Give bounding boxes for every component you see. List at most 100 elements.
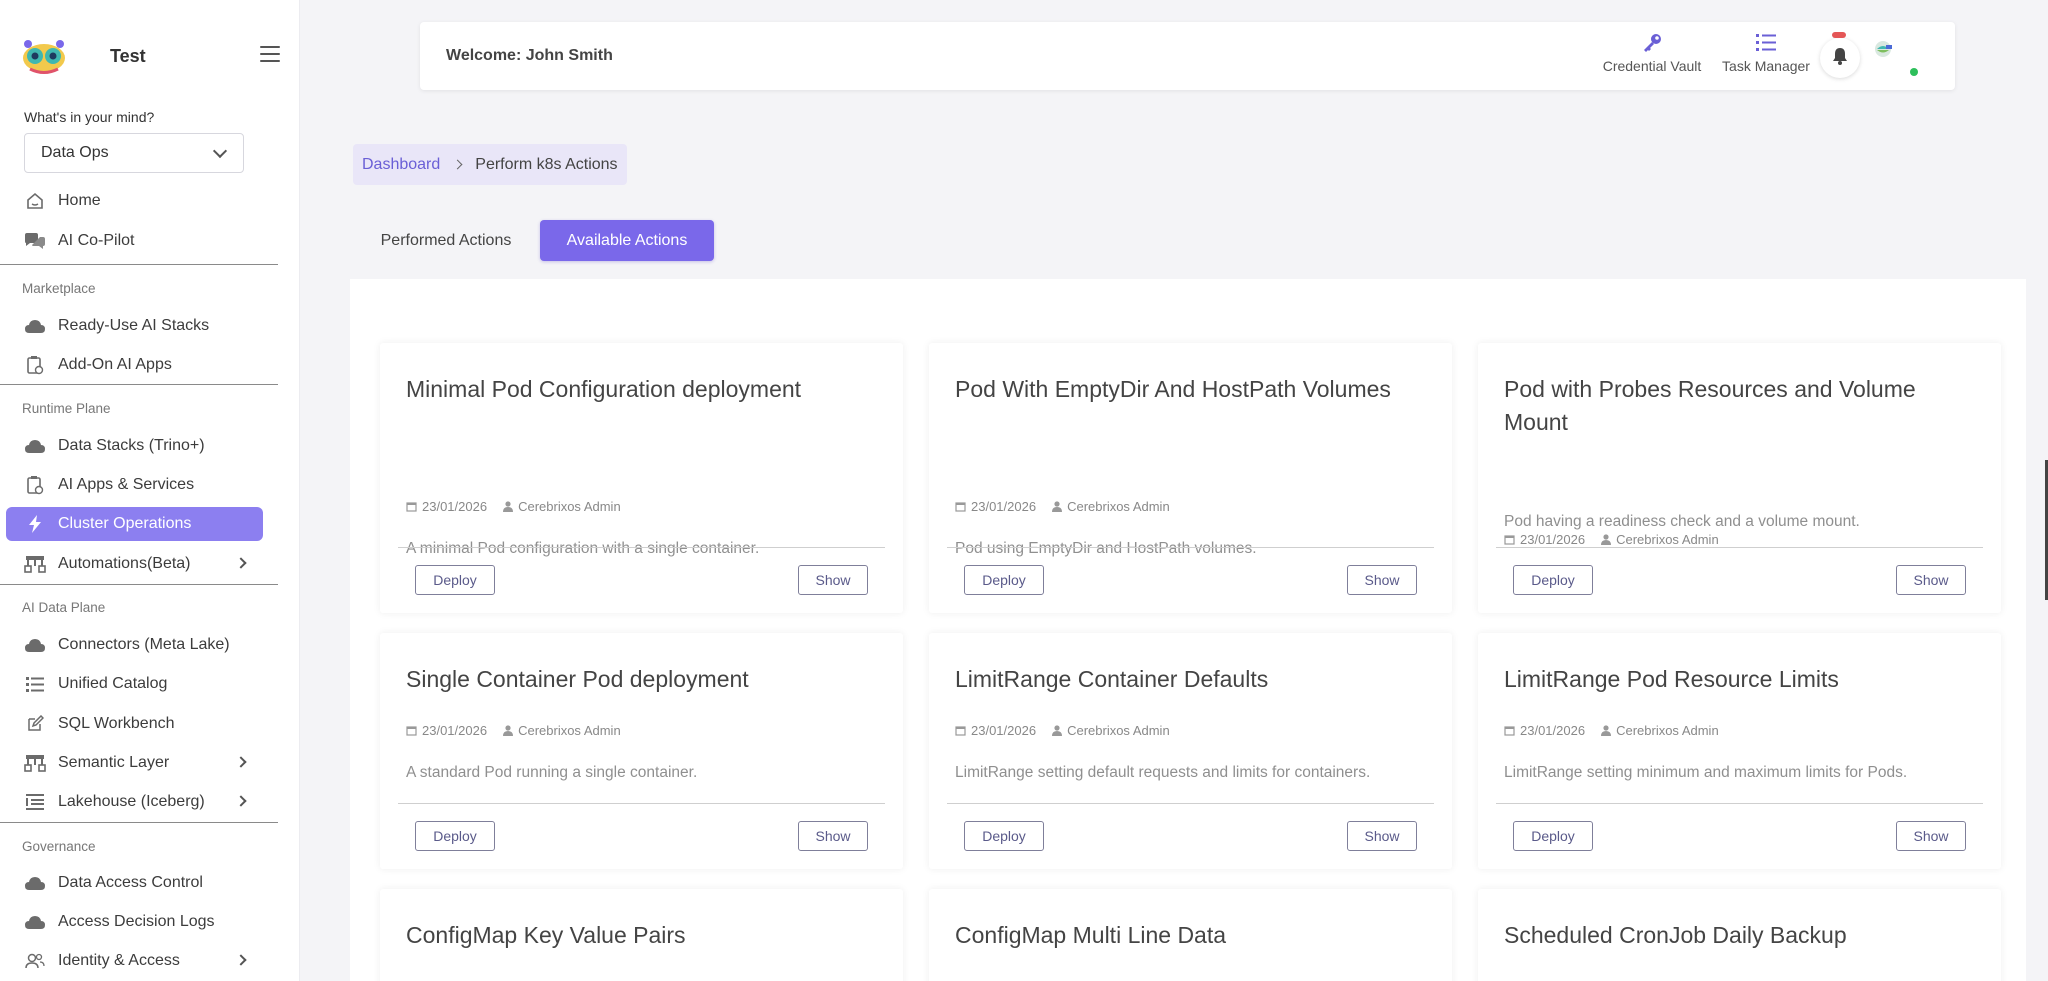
logo-icon [20,36,68,76]
show-button[interactable]: Show [798,565,868,595]
task-manager-button[interactable]: Task Manager [1712,32,1820,74]
edit-icon [24,714,46,734]
sidebar-item-ready-use-ai-stacks[interactable]: Ready-Use AI Stacks [6,309,263,343]
hierarchy-icon [24,753,46,773]
cloud-icon [24,316,46,336]
avatar[interactable] [1874,40,1896,62]
sidebar-item-add-on-ai-apps[interactable]: Add-On AI Apps [6,348,263,382]
deploy-button[interactable]: Deploy [1513,565,1593,595]
credential-vault-button[interactable]: Credential Vault [1592,32,1712,74]
online-status-dot [1910,68,1918,76]
card-meta: 23/01/2026 Cerebrixos Admin [406,499,621,514]
sidebar-item-identity-access[interactable]: Identity & Access [6,944,263,978]
action-card: Pod With EmptyDir And HostPath Volumes 2… [929,343,1452,613]
card-divider [1496,547,1983,548]
apps-icon [24,475,46,495]
card-date: 23/01/2026 [422,723,488,738]
top-header: Welcome: John Smith Credential Vault Tas… [420,22,1955,90]
sidebar-item-lakehouse[interactable]: Lakehouse (Iceberg) [6,785,263,819]
show-button[interactable]: Show [1896,821,1966,851]
notifications-button[interactable] [1820,38,1860,78]
card-description: A standard Pod running a single containe… [406,764,698,781]
card-author: Cerebrixos Admin [1616,532,1719,547]
sidebar-item-cluster-operations[interactable]: Cluster Operations [6,507,263,541]
sidebar-item-label: Data Stacks (Trino+) [58,437,205,454]
show-button[interactable]: Show [1896,565,1966,595]
card-divider [398,547,885,548]
card-title: Scheduled CronJob Daily Backup [1504,922,1847,948]
card-date: 23/01/2026 [1520,532,1586,547]
divider [0,822,278,823]
actions-panel: Minimal Pod Configuration deployment 23/… [350,279,2026,981]
deploy-button[interactable]: Deploy [1513,821,1593,851]
calendar-icon [955,725,966,736]
tab-performed-actions[interactable]: Performed Actions [362,220,530,261]
sidebar-item-data-access-control[interactable]: Data Access Control [6,866,263,900]
sidebar-item-unified-catalog[interactable]: Unified Catalog [6,667,263,701]
section-label-runtime: Runtime Plane [22,401,111,416]
card-divider [398,803,885,804]
sidebar-item-automations[interactable]: Automations(Beta) [6,547,263,581]
calendar-icon [1504,534,1515,545]
show-button[interactable]: Show [1347,821,1417,851]
list-icon [24,674,46,694]
card-author: Cerebrixos Admin [518,499,621,514]
card-date: 23/01/2026 [422,499,488,514]
deploy-button[interactable]: Deploy [415,821,495,851]
card-description: LimitRange setting minimum and maximum l… [1504,764,1908,781]
user-icon [1052,501,1063,512]
show-button[interactable]: Show [798,821,868,851]
sidebar-item-semantic-layer[interactable]: Semantic Layer [6,746,263,780]
sidebar-item-home[interactable]: Home [6,184,263,218]
chevron-right-icon [235,557,247,569]
calendar-icon [955,501,966,512]
show-button[interactable]: Show [1347,565,1417,595]
chevron-right-icon [235,954,247,966]
task-list-icon [1712,32,1820,54]
card-title: ConfigMap Key Value Pairs [406,922,686,948]
sidebar-item-connectors[interactable]: Connectors (Meta Lake) [6,628,263,662]
sidebar-item-ai-apps-services[interactable]: AI Apps & Services [6,468,263,502]
card-divider [947,547,1434,548]
section-label-governance: Governance [22,839,96,854]
card-date: 23/01/2026 [1520,723,1586,738]
task-manager-label: Task Manager [1722,58,1810,74]
chevron-right-icon [235,756,247,768]
card-title: Single Container Pod deployment [406,666,749,692]
sidebar-item-label: AI Co-Pilot [58,232,135,249]
action-card: ConfigMap Multi Line Data [929,889,1452,981]
card-title: ConfigMap Multi Line Data [955,922,1227,948]
sidebar-item-ai-copilot[interactable]: AI Co-Pilot [6,224,263,258]
sidebar-item-label: AI Apps & Services [58,476,195,493]
cloud-icon [24,635,46,655]
deploy-button[interactable]: Deploy [415,565,495,595]
card-description: A minimal Pod configuration with a singl… [406,540,760,557]
sidebar-item-label: Add-On AI Apps [58,356,172,373]
section-label-ai-data-plane: AI Data Plane [22,600,106,615]
deploy-button[interactable]: Deploy [964,565,1044,595]
calendar-icon [1504,725,1515,736]
sidebar-item-sql-workbench[interactable]: SQL Workbench [6,707,263,741]
mind-select[interactable]: Data Ops [24,133,244,173]
card-date: 23/01/2026 [971,499,1037,514]
user-icon [1601,725,1612,736]
mind-label: What's in your mind? [24,109,155,125]
card-title: LimitRange Container Defaults [955,666,1269,692]
bell-icon [1832,47,1848,70]
card-title: LimitRange Pod Resource Limits [1504,666,1839,692]
sidebar-item-data-stacks[interactable]: Data Stacks (Trino+) [6,429,263,463]
mind-select-value: Data Ops [41,144,109,161]
deploy-button[interactable]: Deploy [964,821,1044,851]
card-author: Cerebrixos Admin [1616,723,1719,738]
sidebar-item-label: SQL Workbench [58,715,175,732]
card-title: Minimal Pod Configuration deployment [406,376,802,402]
user-icon [1052,725,1063,736]
section-label-marketplace: Marketplace [22,281,96,296]
action-card: Pod with Probes Resources and Volume Mou… [1478,343,2001,613]
menu-toggle-icon[interactable] [260,46,280,62]
sidebar-item-access-decision-logs[interactable]: Access Decision Logs [6,905,263,939]
chat-icon [24,231,46,251]
tab-available-actions[interactable]: Available Actions [540,220,714,261]
breadcrumb-dashboard-link[interactable]: Dashboard [362,156,440,174]
user-icon [503,501,514,512]
